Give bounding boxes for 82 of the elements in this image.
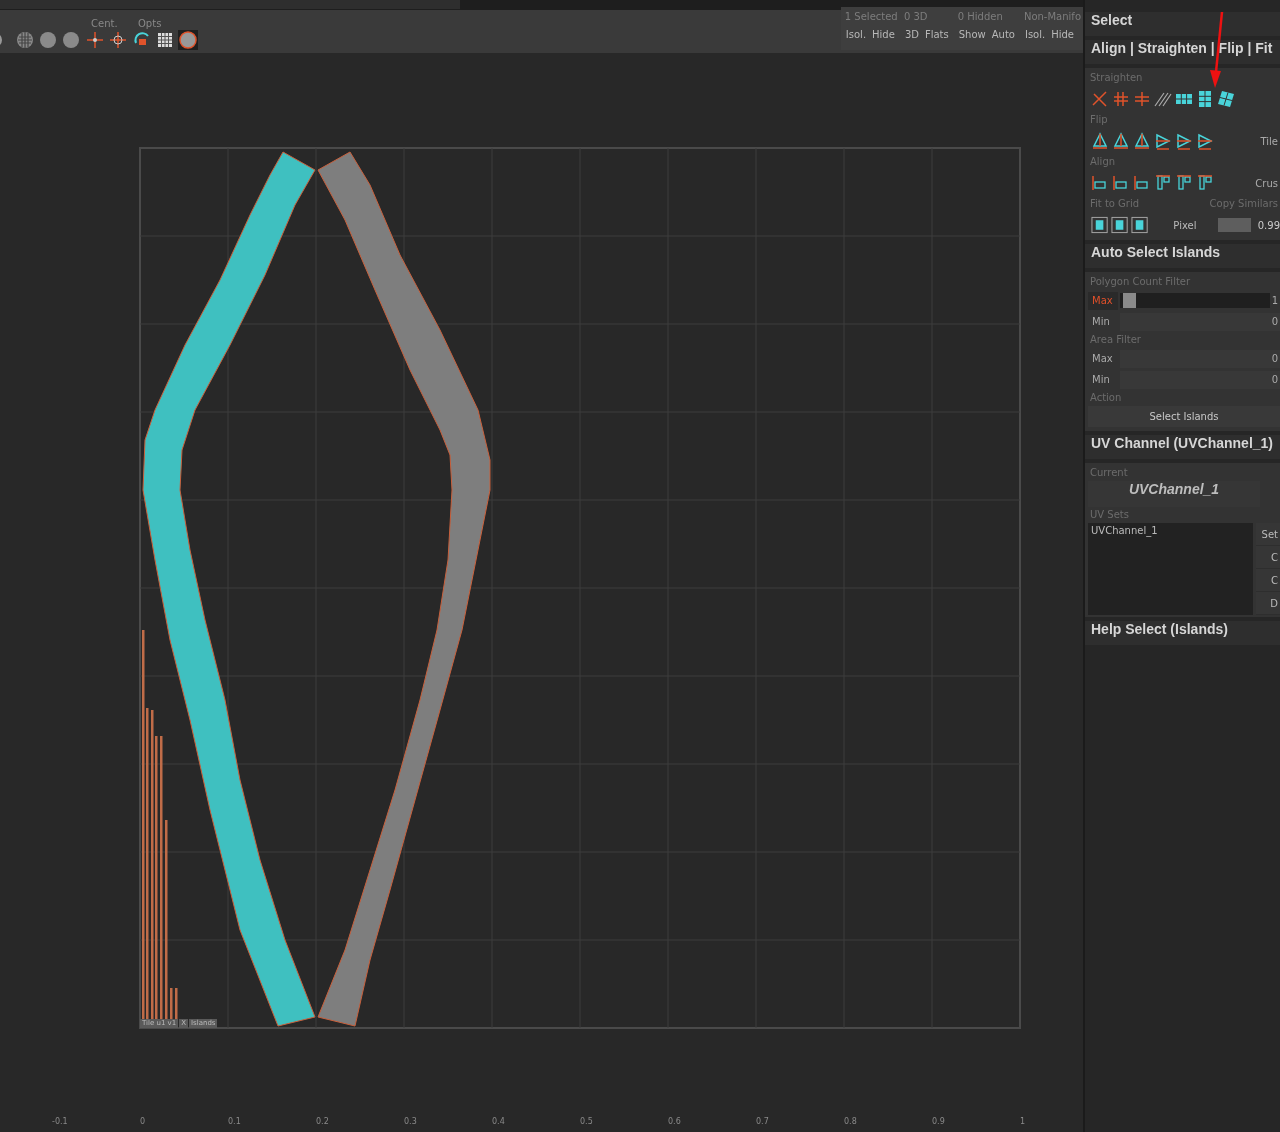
hash-icon[interactable] xyxy=(1112,90,1130,108)
fit-grid-icon[interactable] xyxy=(1111,216,1129,234)
group-label: Area Filter xyxy=(1089,333,1142,347)
triangle-icon[interactable] xyxy=(1112,132,1130,150)
value-text: 0.99 xyxy=(1257,219,1280,231)
ruler-label: 1 xyxy=(1020,1117,1026,1126)
crosshair-icon[interactable] xyxy=(109,31,127,49)
section-header[interactable]: Help Select (Islands) xyxy=(1085,621,1280,645)
toggle-button[interactable]: Hide xyxy=(1048,27,1077,42)
grid-icon[interactable] xyxy=(1196,90,1214,108)
toggle-button[interactable]: Flats xyxy=(921,27,952,42)
triangle-icon[interactable] xyxy=(1154,132,1172,150)
field-label: Min xyxy=(1091,314,1111,329)
toggle-button[interactable]: Show xyxy=(955,27,989,42)
triangle-icon[interactable] xyxy=(1196,132,1214,150)
ruler-label: 0.7 xyxy=(756,1117,769,1126)
ruler-label: -0.1 xyxy=(52,1117,68,1126)
align-icon[interactable] xyxy=(1133,174,1151,192)
uv-island[interactable] xyxy=(317,151,491,1027)
number-field[interactable]: 0 xyxy=(1120,349,1280,368)
slider-value: 1 xyxy=(1271,295,1279,306)
group-label: Action xyxy=(1089,391,1123,405)
stat-label: 0 3D xyxy=(902,10,929,24)
button-label[interactable]: Crus xyxy=(1255,177,1280,189)
align-icon[interactable] xyxy=(1091,174,1109,192)
fit-grid-icon[interactable] xyxy=(1091,216,1109,234)
ruler-label: 0.8 xyxy=(844,1117,857,1126)
crosshair-icon[interactable] xyxy=(86,31,104,49)
field-label: Min xyxy=(1091,372,1111,387)
section-header[interactable]: Auto Select Islands xyxy=(1085,244,1280,268)
section-header[interactable]: Align | Straighten | Flip | Fit xyxy=(1085,40,1280,64)
slider-track[interactable] xyxy=(1120,293,1270,308)
align-icon[interactable] xyxy=(1196,174,1214,192)
ruler-label: 0.3 xyxy=(404,1117,417,1126)
stat-label: 1 Selected xyxy=(843,10,898,24)
sphere-icon[interactable] xyxy=(39,31,57,49)
group-label: Opts xyxy=(137,17,162,30)
uv-island[interactable] xyxy=(142,151,316,1027)
toggle-button[interactable]: 3D xyxy=(901,27,922,42)
split-lines-icon[interactable] xyxy=(1133,90,1151,108)
grid-icon[interactable] xyxy=(156,31,174,49)
stat-label: Non-Manifo xyxy=(1022,10,1081,24)
group-label: Cent. xyxy=(90,17,118,30)
stat-label: 0 Hidden xyxy=(956,10,1004,24)
triangle-icon[interactable] xyxy=(1175,132,1193,150)
triangle-icon[interactable] xyxy=(1091,132,1109,150)
value-field[interactable] xyxy=(1218,218,1251,232)
group-label: Align xyxy=(1089,155,1117,169)
field-label: Max xyxy=(1088,291,1118,310)
select-islands-button[interactable]: Select Islands xyxy=(1088,406,1280,427)
ruler-label: 0.4 xyxy=(492,1117,505,1126)
toggle-button[interactable]: Isol. xyxy=(842,27,870,42)
list-item[interactable]: UVChannel_1 xyxy=(1091,525,1250,536)
toggle-button[interactable]: Isol. xyxy=(1021,27,1049,42)
fit-grid-icon[interactable] xyxy=(1131,216,1149,234)
ruler-label: 0.2 xyxy=(316,1117,329,1126)
diagonal-lines-icon[interactable] xyxy=(1154,90,1172,108)
number-field[interactable]: 0 xyxy=(1120,312,1280,331)
mode-label[interactable]: Pixel xyxy=(1173,219,1210,231)
number-field[interactable]: 0 xyxy=(1120,370,1280,389)
toggle-button[interactable]: Hide xyxy=(869,27,898,42)
circle-icon[interactable] xyxy=(179,31,197,49)
group-label: Flip xyxy=(1089,113,1109,127)
slider-thumb[interactable] xyxy=(1122,293,1136,308)
sphere-icon[interactable] xyxy=(62,31,80,49)
ruler-label: 0.9 xyxy=(932,1117,945,1126)
triangle-icon[interactable] xyxy=(1133,132,1151,150)
ruler-label: 0 xyxy=(140,1117,146,1126)
tilted-grid-icon[interactable] xyxy=(1217,90,1235,108)
field-label: Max xyxy=(1091,351,1114,366)
ruler-label: 0.6 xyxy=(668,1117,681,1126)
panel-title: Select xyxy=(1085,12,1280,36)
align-icon[interactable] xyxy=(1112,174,1130,192)
section-header[interactable]: UV Channel (UVChannel_1) xyxy=(1085,435,1280,459)
checker-sphere-icon[interactable] xyxy=(16,31,34,49)
button-label[interactable]: Tile xyxy=(1260,135,1280,147)
align-icon[interactable] xyxy=(1175,174,1193,192)
toggle-button[interactable]: Auto xyxy=(988,27,1018,42)
ruler-label: 0.1 xyxy=(228,1117,241,1126)
ruler-label: 0.5 xyxy=(580,1117,593,1126)
align-icon[interactable] xyxy=(1154,174,1172,192)
crossed-lines-icon[interactable] xyxy=(1091,90,1109,108)
